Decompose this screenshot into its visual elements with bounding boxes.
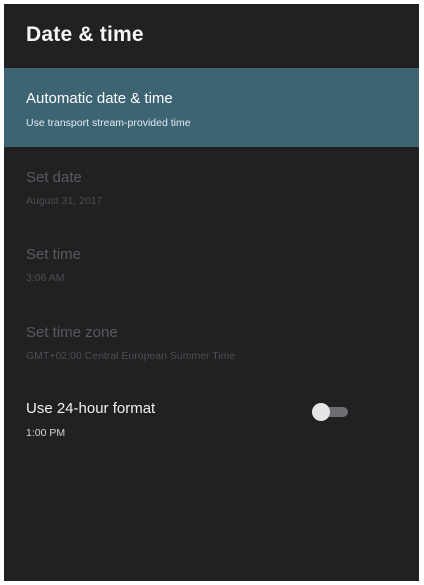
setting-summary: 1:00 PM — [26, 427, 66, 439]
setting-label: Set date — [26, 169, 82, 186]
setting-summary: Use transport stream-provided time — [26, 117, 191, 129]
toggle-thumb — [312, 403, 330, 421]
setting-use-24-hour-format[interactable]: Use 24-hour format 1:00 PM — [4, 391, 419, 453]
setting-label: Use 24-hour format — [26, 400, 156, 417]
setting-summary: 3:06 AM — [26, 272, 65, 284]
setting-label: Automatic date & time — [26, 90, 173, 107]
setting-set-time-zone: Set time zone GMT+02:00 Central European… — [4, 313, 419, 375]
setting-label: Set time zone — [26, 324, 118, 341]
setting-set-time: Set time 3:06 AM — [4, 235, 419, 297]
setting-label: Set time — [26, 246, 82, 263]
setting-set-date: Set date August 31, 2017 — [4, 158, 419, 220]
setting-automatic-date-time[interactable]: Automatic date & time Use transport stre… — [4, 68, 419, 147]
page-title: Date & time — [26, 23, 144, 46]
setting-summary: August 31, 2017 — [26, 195, 103, 207]
setting-summary: GMT+02:00 Central European Summer Time — [26, 350, 236, 362]
date-time-settings-panel: Date & time Automatic date & time Use tr… — [4, 4, 419, 581]
24-hour-format-toggle[interactable] — [312, 403, 350, 421]
